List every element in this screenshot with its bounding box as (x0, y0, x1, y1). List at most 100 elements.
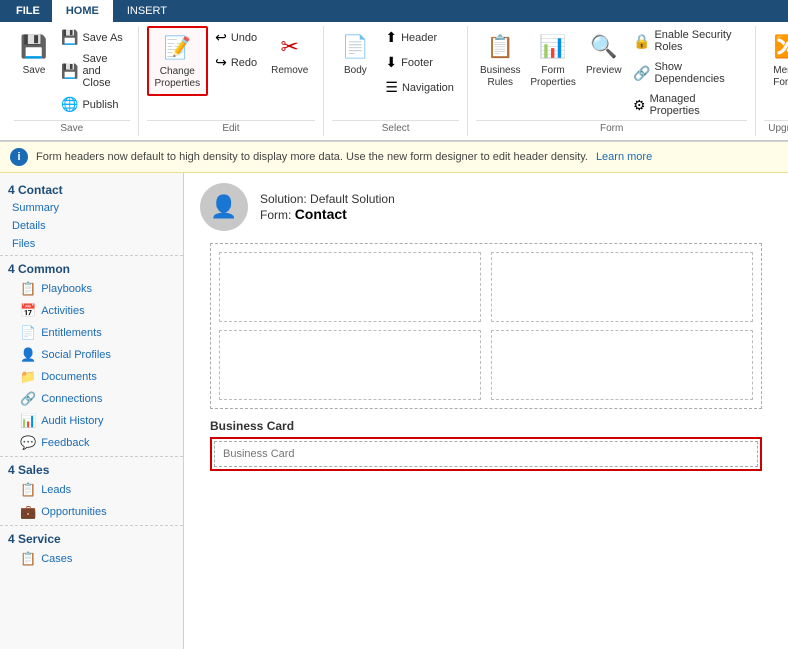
entitlements-icon: 📄 (20, 325, 36, 341)
solution-label: Solution: (260, 192, 307, 206)
leads-label: Leads (41, 484, 71, 496)
save-close-label: Save and Close (82, 53, 124, 89)
body-icon: 📄 (339, 31, 371, 63)
navigation-icon: ☰ (385, 79, 398, 96)
footer-button[interactable]: ⬇ Footer (380, 51, 459, 74)
form-cell-3 (219, 330, 481, 400)
feedback-icon: 💬 (20, 435, 36, 451)
activities-label: Activities (41, 305, 84, 317)
sidebar-item-cases[interactable]: 📋 Cases (0, 548, 183, 570)
sidebar-section-service: 4 Service 📋 Cases (0, 528, 183, 570)
contact-section-title: 4 Contact (0, 179, 183, 199)
form-props-label: FormProperties (530, 65, 576, 89)
main-layout: 4 Contact Summary Details Files 4 Common… (0, 173, 788, 649)
publish-label: Publish (82, 99, 118, 111)
divider-1 (0, 255, 183, 256)
business-card-section: Business Card (210, 419, 762, 471)
sidebar-item-entitlements[interactable]: 📄 Entitlements (0, 322, 183, 344)
info-message: Form headers now default to high density… (36, 151, 588, 163)
publish-button[interactable]: 🌐 Publish (56, 93, 130, 116)
solution-info: 👤 Solution: Default Solution Form: Conta… (200, 183, 772, 231)
undo-button[interactable]: ↩ Undo (210, 26, 262, 49)
sidebar-section-sales: 4 Sales 📋 Leads 💼 Opportunities (0, 459, 183, 523)
tab-insert[interactable]: INSERT (113, 0, 181, 22)
solution-name: Default Solution (310, 192, 395, 206)
show-dependencies-button[interactable]: 🔗 Show Dependencies (628, 58, 747, 88)
cases-icon: 📋 (20, 551, 36, 567)
learn-more-link[interactable]: Learn more (596, 151, 652, 163)
form-props-icon: 📊 (537, 31, 569, 63)
form-name: Contact (295, 206, 347, 222)
sidebar-item-connections[interactable]: 🔗 Connections (0, 388, 183, 410)
sidebar-item-opportunities[interactable]: 💼 Opportunities (0, 501, 183, 523)
save-label: Save (23, 65, 46, 77)
save-close-button[interactable]: 💾 Save and Close (56, 50, 130, 92)
social-profiles-icon: 👤 (20, 347, 36, 363)
info-bar: i Form headers now default to high densi… (0, 142, 788, 173)
save-button[interactable]: 💾 Save (14, 26, 54, 82)
opportunities-label: Opportunities (41, 506, 106, 518)
playbooks-icon: 📋 (20, 281, 36, 297)
form-properties-button[interactable]: 📊 FormProperties (527, 26, 580, 94)
save-as-label: Save As (82, 32, 122, 44)
divider-3 (0, 525, 183, 526)
sidebar-item-summary[interactable]: Summary (0, 199, 183, 217)
audit-history-icon: 📊 (20, 413, 36, 429)
divider-2 (0, 456, 183, 457)
ribbon-group-save: 💾 Save 💾 Save As 💾 Save and Close 🌐 Publ… (6, 26, 139, 136)
form-row-2 (219, 330, 753, 400)
sidebar-item-feedback[interactable]: 💬 Feedback (0, 432, 183, 454)
sidebar-item-audit-history[interactable]: 📊 Audit History (0, 410, 183, 432)
sidebar-item-activities[interactable]: 📅 Activities (0, 300, 183, 322)
feedback-label: Feedback (41, 437, 89, 449)
sidebar-section-common: 4 Common 📋 Playbooks 📅 Activities 📄 Enti… (0, 258, 183, 454)
business-card-label: Business Card (210, 419, 762, 433)
preview-icon: 🔍 (588, 31, 620, 63)
business-rules-button[interactable]: 📋 BusinessRules (476, 26, 525, 94)
ribbon-group-select: 📄 Body ⬆ Header ⬇ Footer ☰ Navigation (324, 26, 468, 136)
sidebar-item-files[interactable]: Files (0, 235, 183, 253)
sales-section-title: 4 Sales (0, 459, 183, 479)
sidebar-section-contact: 4 Contact Summary Details Files (0, 179, 183, 253)
merge-forms-button[interactable]: 🔀 MergeForms (764, 26, 788, 94)
audit-history-label: Audit History (41, 415, 103, 427)
redo-button[interactable]: ↪ Redo (210, 51, 262, 74)
header-icon: ⬆ (385, 29, 397, 46)
managed-properties-button[interactable]: ⚙ Managed Properties (628, 90, 747, 120)
remove-label: Remove (271, 65, 308, 77)
sidebar-item-playbooks[interactable]: 📋 Playbooks (0, 278, 183, 300)
body-button[interactable]: 📄 Body (332, 26, 378, 82)
preview-label: Preview (586, 65, 622, 77)
sidebar-item-social-profiles[interactable]: 👤 Social Profiles (0, 344, 183, 366)
content-area: 👤 Solution: Default Solution Form: Conta… (184, 173, 788, 649)
ribbon-group-edit: 📝 ChangeProperties ↩ Undo ↪ Redo ✂ Remov… (139, 26, 325, 136)
social-profiles-label: Social Profiles (41, 349, 111, 361)
sidebar-item-documents[interactable]: 📁 Documents (0, 366, 183, 388)
tab-file[interactable]: FILE (4, 0, 52, 22)
preview-button[interactable]: 🔍 Preview (582, 26, 626, 82)
sidebar-item-details[interactable]: Details (0, 217, 183, 235)
ribbon-group-upgrade: 🔀 MergeForms Upgrade (756, 26, 788, 136)
enable-security-button[interactable]: 🔒 Enable Security Roles (628, 26, 747, 56)
header-button[interactable]: ⬆ Header (380, 26, 459, 49)
business-rules-label: BusinessRules (480, 65, 521, 89)
business-card-input[interactable] (214, 441, 758, 467)
leads-icon: 📋 (20, 482, 36, 498)
common-section-title: 4 Common (0, 258, 183, 278)
remove-button[interactable]: ✂ Remove (264, 26, 315, 82)
save-close-icon: 💾 (61, 63, 78, 80)
ribbon-group-form: 📋 BusinessRules 📊 FormProperties 🔍 Previ… (468, 26, 757, 136)
form-canvas-top (210, 243, 762, 409)
form-cell-4 (491, 330, 753, 400)
form-line: Form: Contact (260, 206, 395, 222)
save-as-button[interactable]: 💾 Save As (56, 26, 130, 49)
sidebar-item-leads[interactable]: 📋 Leads (0, 479, 183, 501)
documents-icon: 📁 (20, 369, 36, 385)
change-properties-button[interactable]: 📝 ChangeProperties (147, 26, 209, 96)
edit-group-label: Edit (147, 120, 316, 136)
playbooks-label: Playbooks (41, 283, 92, 295)
solution-line: Solution: Default Solution (260, 192, 395, 206)
tab-home[interactable]: HOME (52, 0, 113, 22)
navigation-button[interactable]: ☰ Navigation (380, 76, 459, 99)
sidebar: 4 Contact Summary Details Files 4 Common… (0, 173, 184, 649)
